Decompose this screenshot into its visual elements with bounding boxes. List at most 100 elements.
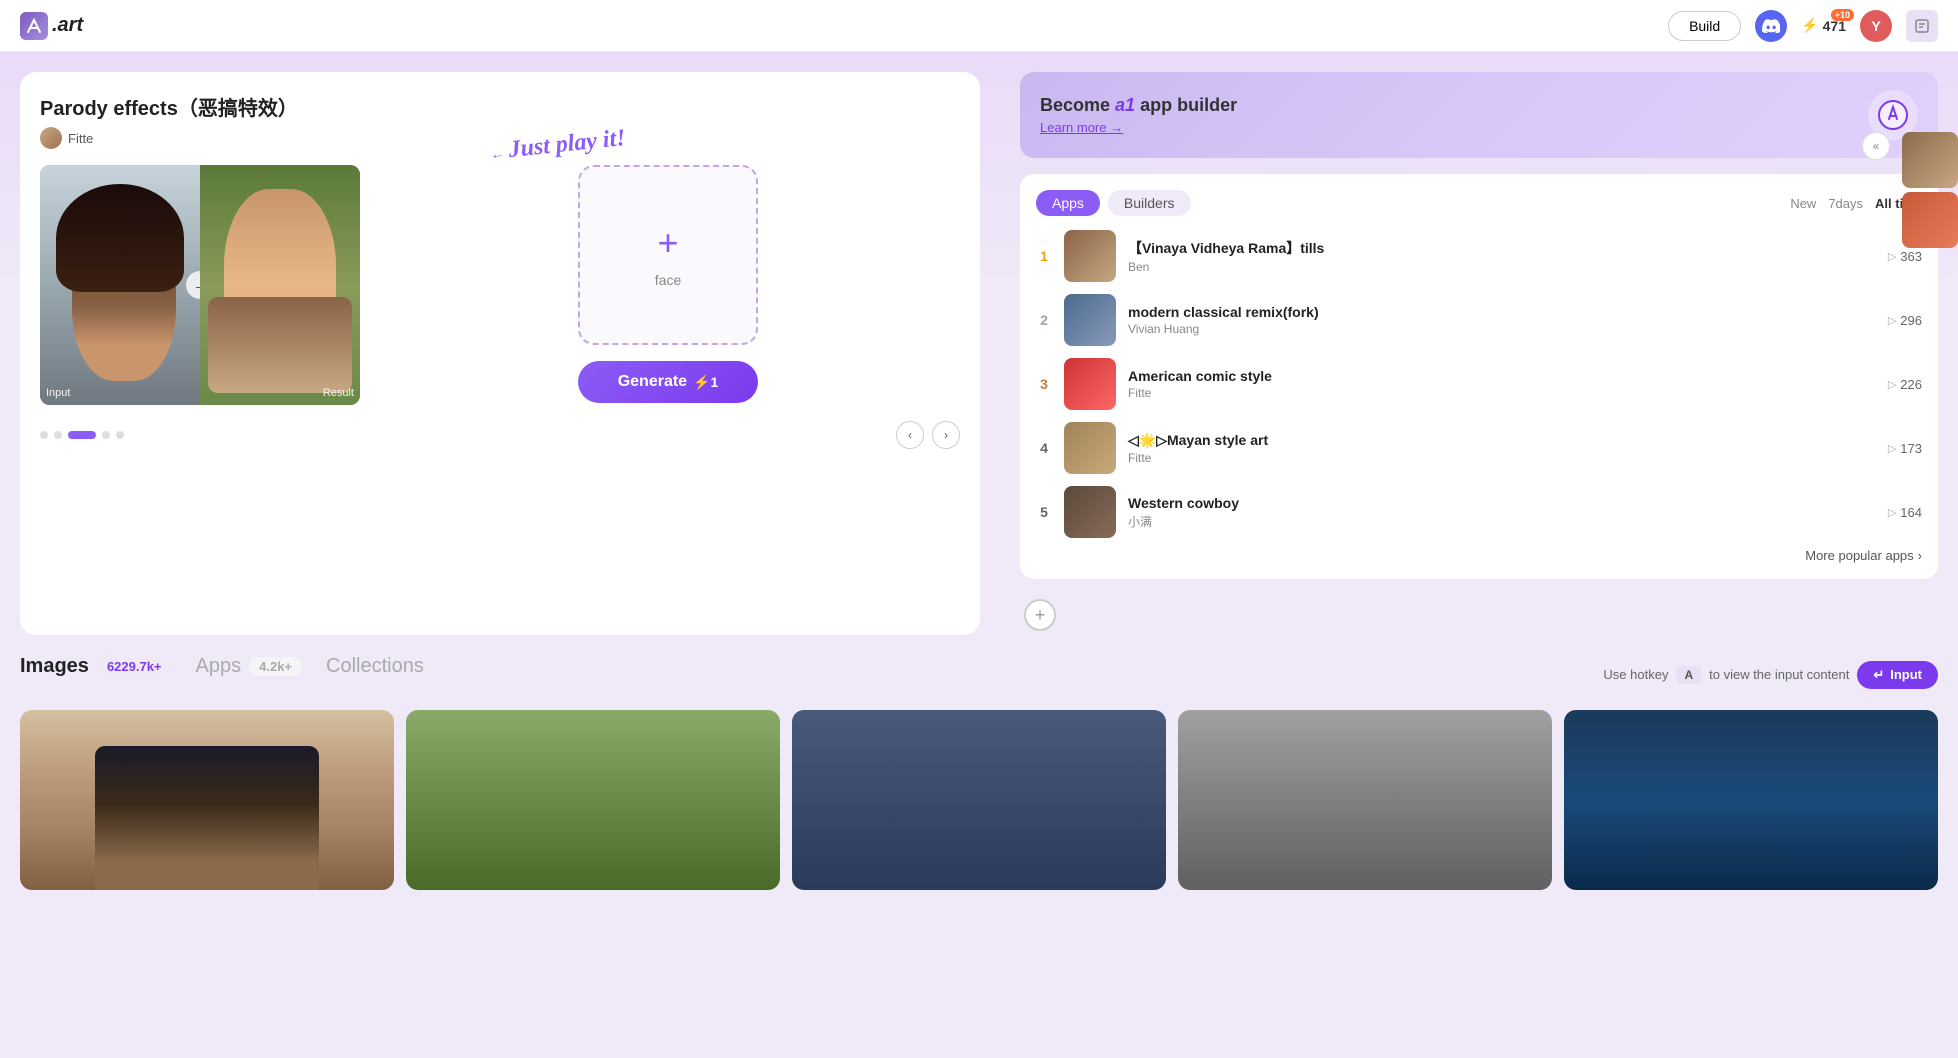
builder-title: Become a1 app builder [1040,95,1237,116]
bottom-tab-apps[interactable]: Apps 4.2k+ [196,655,303,678]
app-thumb-2 [1064,294,1116,346]
generate-label: Generate [618,373,687,391]
lightning-symbol: ⚡ [1801,17,1818,34]
bottom-section: Images 6229.7k+ Apps 4.2k+ Collections U… [0,655,1958,910]
dot-1[interactable] [40,431,48,439]
add-section-button[interactable]: + [1024,599,1056,631]
app-rank-4: 4 [1036,440,1052,456]
bottom-tabs: Images 6229.7k+ Apps 4.2k+ Collections [20,655,424,678]
side-thumb-2[interactable] [1902,192,1958,248]
dot-3-active[interactable] [68,431,96,439]
app-name-3: American comic style [1128,368,1876,384]
next-arrow[interactable]: › [932,421,960,449]
app-info-1: 【Vinaya Vidheya Rama】tills Ben [1128,238,1876,274]
app-info-3: American comic style Fitte [1128,368,1876,400]
grid-image-1[interactable] [20,710,394,890]
app-item[interactable]: 3 American comic style Fitte ▷ 226 [1036,358,1922,410]
app-item[interactable]: 5 Western cowboy 小满 ▷ 164 [1036,486,1922,538]
app-author-2: Vivian Huang [1128,322,1876,336]
generate-cost: ⚡1 [693,374,718,391]
app-thumb-3 [1064,358,1116,410]
carousel-arrows: ‹ › [896,421,960,449]
prev-arrow[interactable]: ‹ [896,421,924,449]
app-author-5: 小满 [1128,513,1876,530]
app-count-4: ▷ 173 [1888,441,1922,456]
app-item[interactable]: 1 【Vinaya Vidheya Rama】tills Ben ▷ 363 [1036,230,1922,282]
image-preview: Input → Result [40,165,360,405]
generate-button[interactable]: Generate ⚡1 [578,361,759,403]
builder-text: Become a1 app builder Learn more → [1040,95,1237,135]
app-item[interactable]: 4 ◁🌟▷Mayan style art Fitte ▷ 173 [1036,422,1922,474]
badge-plus-label: +10 [1831,9,1854,21]
image-grid [20,710,1938,890]
app-rank-5: 5 [1036,504,1052,520]
discord-icon[interactable] [1755,10,1787,42]
app-info-4: ◁🌟▷Mayan style art Fitte [1128,432,1876,465]
grid-image-3[interactable] [792,710,1166,890]
logo[interactable]: .art [20,12,83,40]
hotkey-key: A [1676,666,1701,684]
tab-builders[interactable]: Builders [1108,190,1191,216]
tab-apps[interactable]: Apps [1036,190,1100,216]
dot-5[interactable] [116,431,124,439]
author-name: Fitte [68,131,93,146]
lightning-badge[interactable]: +10 ⚡ 471 [1801,17,1846,34]
more-apps-link[interactable]: More popular apps › [1036,548,1922,563]
filter-new[interactable]: New [1790,196,1816,211]
tab-and-hotkey: Images 6229.7k+ Apps 4.2k+ Collections U… [20,655,1938,694]
play-icon-2: ▷ [1888,314,1896,327]
app-name-2: modern classical remix(fork) [1128,304,1876,320]
filter-7days[interactable]: 7days [1828,196,1863,211]
side-thumb-1[interactable] [1902,132,1958,188]
grid-image-4[interactable] [1178,710,1552,890]
bottom-tab-images[interactable]: Images 6229.7k+ [20,655,172,678]
build-button[interactable]: Build [1668,11,1741,41]
right-panel: Become a1 app builder Learn more → Apps … [1020,72,1938,635]
result-image: Result [200,165,360,405]
chevron-right-icon: › [1918,548,1922,563]
app-name-4: ◁🌟▷Mayan style art [1128,432,1876,449]
app-author-1: Ben [1128,260,1876,274]
input-button[interactable]: ↵ Input [1857,661,1938,689]
result-label: Result [323,387,354,399]
top-nav: .art Build +10 ⚡ 471 Y [0,0,1958,52]
builder-learn-more[interactable]: Learn more → [1040,120,1237,135]
card-body: Input → Result + face [40,165,960,405]
app-info-2: modern classical remix(fork) Vivian Huan… [1128,304,1876,336]
popular-section: Apps Builders New 7days All time 1 [1020,174,1938,579]
app-author-4: Fitte [1128,451,1876,465]
images-badge: 6229.7k+ [97,657,172,676]
app-thumb-1 [1064,230,1116,282]
input-label: Input [46,387,70,399]
dot-4[interactable] [102,431,110,439]
notification-icon[interactable] [1906,10,1938,42]
plus-section: + [1020,595,1938,635]
builder-banner: Become a1 app builder Learn more → [1020,72,1938,158]
grid-image-2[interactable] [406,710,780,890]
user-avatar[interactable]: Y [1860,10,1892,42]
input-image: Input [40,165,200,405]
play-icon-3: ▷ [1888,378,1896,391]
side-thumbnails [1902,132,1958,248]
app-item[interactable]: 2 modern classical remix(fork) Vivian Hu… [1036,294,1922,346]
dot-2[interactable] [54,431,62,439]
card-title: Parody effects（恶搞特效） [40,92,960,121]
app-list: 1 【Vinaya Vidheya Rama】tills Ben ▷ 363 [1036,230,1922,538]
bottom-tab-collections[interactable]: Collections [326,655,424,678]
hotkey-row: Use hotkey A to view the input content ↵… [1603,661,1938,689]
upload-plus-icon: + [657,222,678,264]
collapse-button[interactable]: « [1862,132,1890,160]
app-author-3: Fitte [1128,386,1876,400]
app-rank-3: 3 [1036,376,1052,392]
play-icon-5: ▷ [1888,506,1896,519]
app-name-1: 【Vinaya Vidheya Rama】tills [1128,238,1876,258]
author-avatar-img [40,127,62,149]
app-rank-2: 2 [1036,312,1052,328]
app-count-5: ▷ 164 [1888,505,1922,520]
grid-image-5[interactable] [1564,710,1938,890]
carousel-dots: ‹ › [40,421,960,449]
upload-box[interactable]: + face [578,165,758,345]
app-count-3: ▷ 226 [1888,377,1922,392]
feature-card: Parody effects（恶搞特效） Fitte Input → [20,72,980,635]
dots-group [40,431,124,439]
